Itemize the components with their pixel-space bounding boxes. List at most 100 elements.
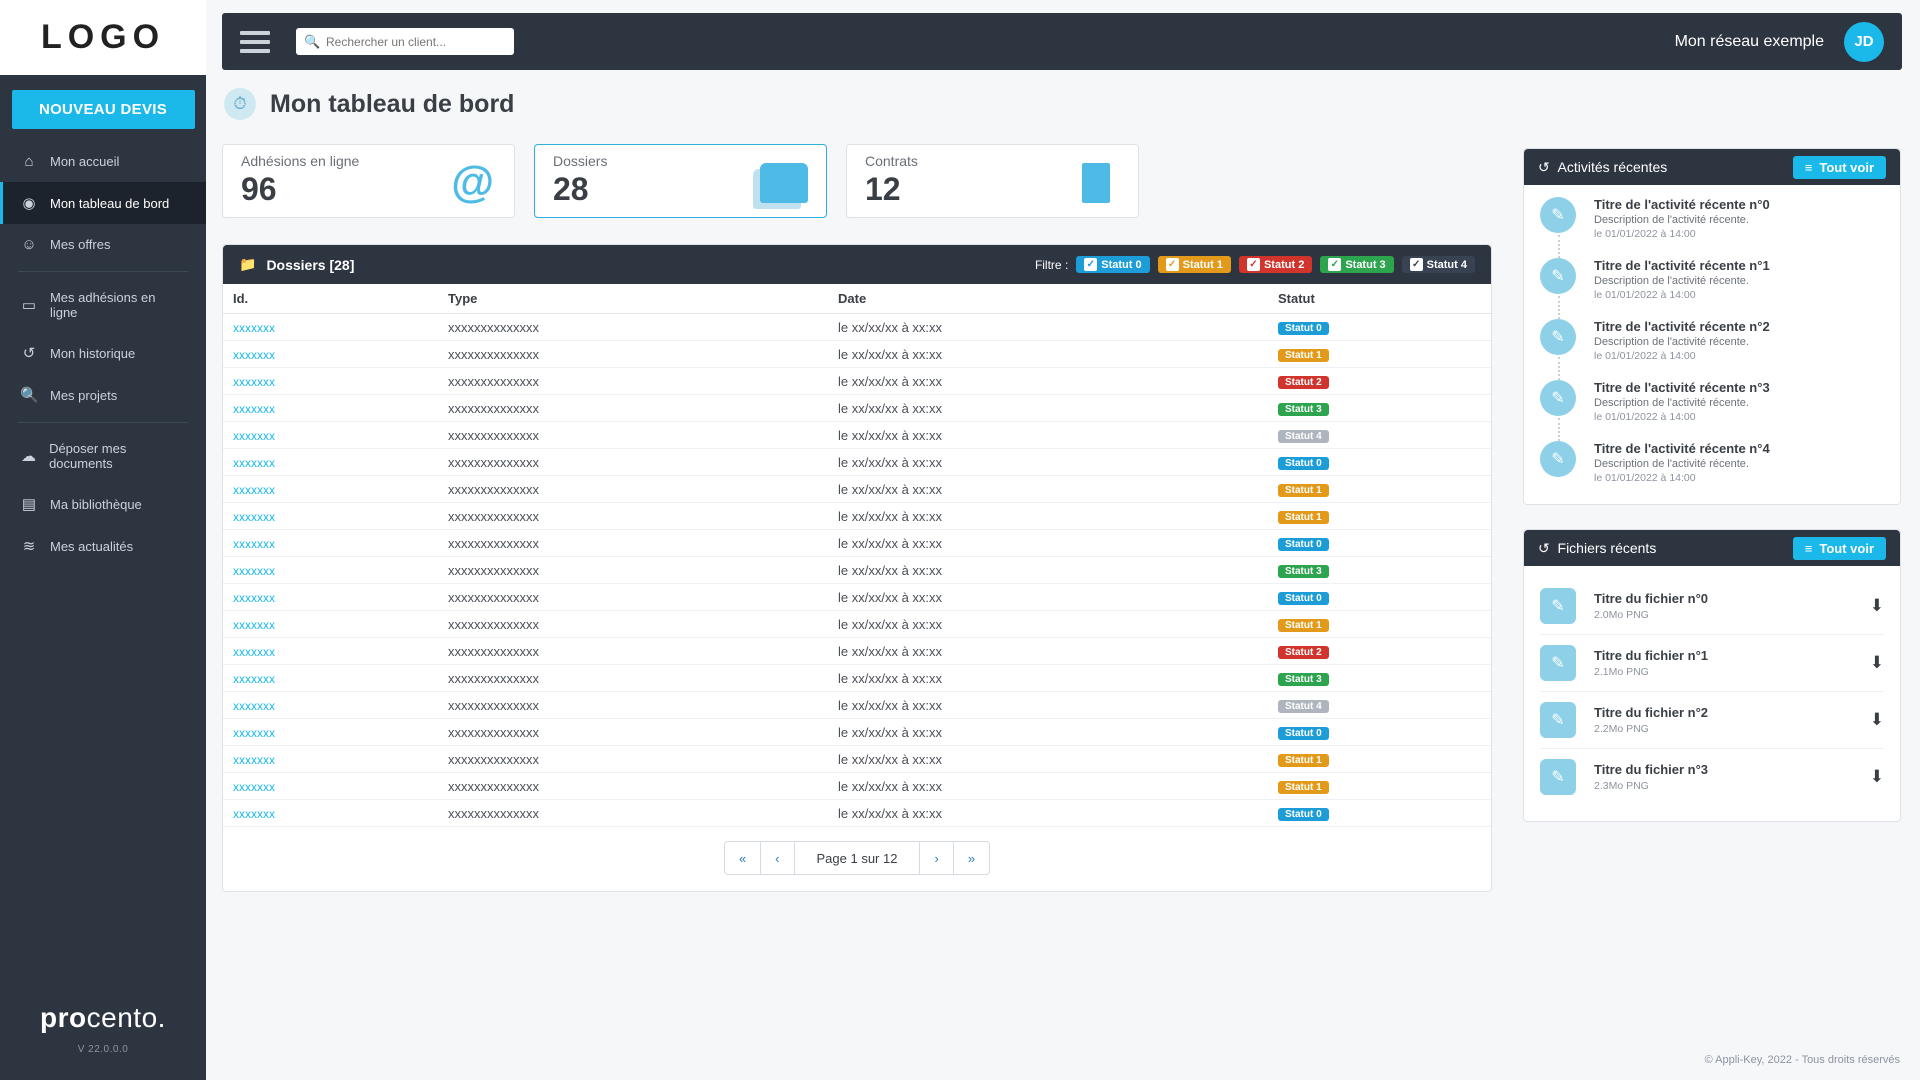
file-item[interactable]: ✎Titre du fichier n°02.0Mo PNG⬇	[1540, 578, 1884, 635]
row-id-link[interactable]: xxxxxxx	[233, 618, 275, 632]
row-id-link[interactable]: xxxxxxx	[233, 510, 275, 524]
row-id-link[interactable]: xxxxxxx	[233, 429, 275, 443]
stat-card-0[interactable]: Adhésions en ligne96@	[222, 144, 515, 218]
stat-card-2[interactable]: Contrats12	[846, 144, 1139, 218]
row-id-link[interactable]: xxxxxxx	[233, 645, 275, 659]
page-last-button[interactable]: »	[953, 841, 990, 875]
file-icon: ✎	[1540, 645, 1576, 681]
row-id-link[interactable]: xxxxxxx	[233, 456, 275, 470]
search-input[interactable]	[296, 28, 514, 55]
activity-item[interactable]: ✎Titre de l'activité récente n°1Descript…	[1540, 258, 1884, 319]
sidebar-item-1[interactable]: ◉Mon tableau de bord	[0, 182, 206, 224]
row-id-link[interactable]: xxxxxxx	[233, 537, 275, 551]
download-icon[interactable]: ⬇	[1870, 596, 1884, 616]
table-row: xxxxxxxxxxxxxxxxxxxxxle xx/xx/xx à xx:xx…	[223, 746, 1491, 773]
download-icon[interactable]: ⬇	[1870, 653, 1884, 673]
row-type: xxxxxxxxxxxxxx	[438, 665, 828, 692]
sidebar-item-6[interactable]: ☁Déposer mes documents	[0, 429, 206, 483]
row-type: xxxxxxxxxxxxxx	[438, 638, 828, 665]
table-row: xxxxxxxxxxxxxxxxxxxxxle xx/xx/xx à xx:xx…	[223, 314, 1491, 341]
row-date: le xx/xx/xx à xx:xx	[828, 557, 1268, 584]
files-viewall-button[interactable]: ≡ Tout voir	[1793, 537, 1886, 560]
row-id-link[interactable]: xxxxxxx	[233, 402, 275, 416]
filter-button-1[interactable]: ✓Statut 1	[1158, 256, 1231, 273]
sidebar-item-label: Déposer mes documents	[49, 441, 186, 471]
folder-icon: 📁	[239, 256, 256, 273]
row-id-link[interactable]: xxxxxxx	[233, 591, 275, 605]
filter-button-4[interactable]: ✓Statut 4	[1402, 256, 1475, 273]
filter-button-3[interactable]: ✓Statut 3	[1320, 256, 1393, 273]
file-item[interactable]: ✎Titre du fichier n°22.2Mo PNG⬇	[1540, 692, 1884, 749]
row-id-link[interactable]: xxxxxxx	[233, 321, 275, 335]
row-id-link[interactable]: xxxxxxx	[233, 753, 275, 767]
logo[interactable]: LOGO	[0, 0, 206, 75]
activity-item[interactable]: ✎Titre de l'activité récente n°4Descript…	[1540, 441, 1884, 488]
row-type: xxxxxxxxxxxxxx	[438, 368, 828, 395]
card-icon	[760, 159, 808, 207]
row-id-link[interactable]: xxxxxxx	[233, 672, 275, 686]
row-id-link[interactable]: xxxxxxx	[233, 780, 275, 794]
row-id-link[interactable]: xxxxxxx	[233, 564, 275, 578]
page-prev-button[interactable]: ‹	[760, 841, 794, 875]
checkbox-icon: ✓	[1084, 258, 1097, 271]
file-meta: 2.0Mo PNG	[1594, 609, 1708, 621]
new-quote-button[interactable]: NOUVEAU DEVIS	[12, 90, 195, 129]
file-item[interactable]: ✎Titre du fichier n°32.3Mo PNG⬇	[1540, 749, 1884, 805]
status-badge: Statut 1	[1278, 781, 1329, 794]
table-row: xxxxxxxxxxxxxxxxxxxxxle xx/xx/xx à xx:xx…	[223, 557, 1491, 584]
page-first-button[interactable]: «	[724, 841, 761, 875]
file-item[interactable]: ✎Titre du fichier n°12.1Mo PNG⬇	[1540, 635, 1884, 692]
row-type: xxxxxxxxxxxxxx	[438, 611, 828, 638]
sidebar-item-0[interactable]: ⌂Mon accueil	[0, 141, 206, 182]
status-badge: Statut 3	[1278, 673, 1329, 686]
activity-item[interactable]: ✎Titre de l'activité récente n°2Descript…	[1540, 319, 1884, 380]
page-next-button[interactable]: ›	[919, 841, 953, 875]
status-badge: Statut 1	[1278, 511, 1329, 524]
app-version: V 22.0.0.0	[0, 1044, 206, 1055]
table-row: xxxxxxxxxxxxxxxxxxxxxle xx/xx/xx à xx:xx…	[223, 476, 1491, 503]
column-header[interactable]: Statut	[1268, 284, 1491, 314]
avatar[interactable]: JD	[1844, 22, 1884, 62]
sidebar-item-3[interactable]: ▭Mes adhésions en ligne	[0, 278, 206, 332]
table-row: xxxxxxxxxxxxxxxxxxxxxle xx/xx/xx à xx:xx…	[223, 611, 1491, 638]
filter-button-2[interactable]: ✓Statut 2	[1239, 256, 1312, 273]
network-label: Mon réseau exemple	[1675, 33, 1824, 51]
row-id-link[interactable]: xxxxxxx	[233, 483, 275, 497]
stat-card-1[interactable]: Dossiers28	[534, 144, 827, 218]
sidebar-item-8[interactable]: ≋Mes actualités	[0, 525, 206, 567]
row-date: le xx/xx/xx à xx:xx	[828, 665, 1268, 692]
row-date: le xx/xx/xx à xx:xx	[828, 638, 1268, 665]
topbar: 🔍 Mon réseau exemple JD	[222, 13, 1902, 70]
row-type: xxxxxxxxxxxxxx	[438, 692, 828, 719]
brand-logo: procento.	[0, 1002, 206, 1034]
column-header[interactable]: Type	[438, 284, 828, 314]
row-date: le xx/xx/xx à xx:xx	[828, 341, 1268, 368]
status-badge: Statut 0	[1278, 808, 1329, 821]
checkbox-icon: ✓	[1410, 258, 1423, 271]
sidebar-item-label: Mon tableau de bord	[50, 196, 169, 211]
sidebar-item-label: Mon historique	[50, 346, 135, 361]
checkbox-icon: ✓	[1247, 258, 1260, 271]
activity-item[interactable]: ✎Titre de l'activité récente n°3Descript…	[1540, 380, 1884, 441]
activities-viewall-button[interactable]: ≡ Tout voir	[1793, 156, 1886, 179]
column-header[interactable]: Date	[828, 284, 1268, 314]
column-header[interactable]: Id.	[223, 284, 438, 314]
row-id-link[interactable]: xxxxxxx	[233, 726, 275, 740]
sidebar-item-2[interactable]: ☺Mes offres	[0, 224, 206, 265]
menu-toggle-icon[interactable]	[240, 31, 270, 53]
sidebar-item-label: Mes offres	[50, 237, 110, 252]
file-title: Titre du fichier n°1	[1594, 648, 1708, 663]
download-icon[interactable]: ⬇	[1870, 710, 1884, 730]
row-id-link[interactable]: xxxxxxx	[233, 699, 275, 713]
sidebar-item-7[interactable]: ▤Ma bibliothèque	[0, 483, 206, 525]
sidebar-item-4[interactable]: ↺Mon historique	[0, 332, 206, 374]
download-icon[interactable]: ⬇	[1870, 767, 1884, 787]
row-type: xxxxxxxxxxxxxx	[438, 773, 828, 800]
row-id-link[interactable]: xxxxxxx	[233, 375, 275, 389]
filter-button-0[interactable]: ✓Statut 0	[1076, 256, 1149, 273]
dossiers-heading: Dossiers [28]	[266, 257, 354, 273]
activity-item[interactable]: ✎Titre de l'activité récente n°0Descript…	[1540, 197, 1884, 258]
row-id-link[interactable]: xxxxxxx	[233, 348, 275, 362]
sidebar-item-5[interactable]: 🔍Mes projets	[0, 374, 206, 416]
row-id-link[interactable]: xxxxxxx	[233, 807, 275, 821]
